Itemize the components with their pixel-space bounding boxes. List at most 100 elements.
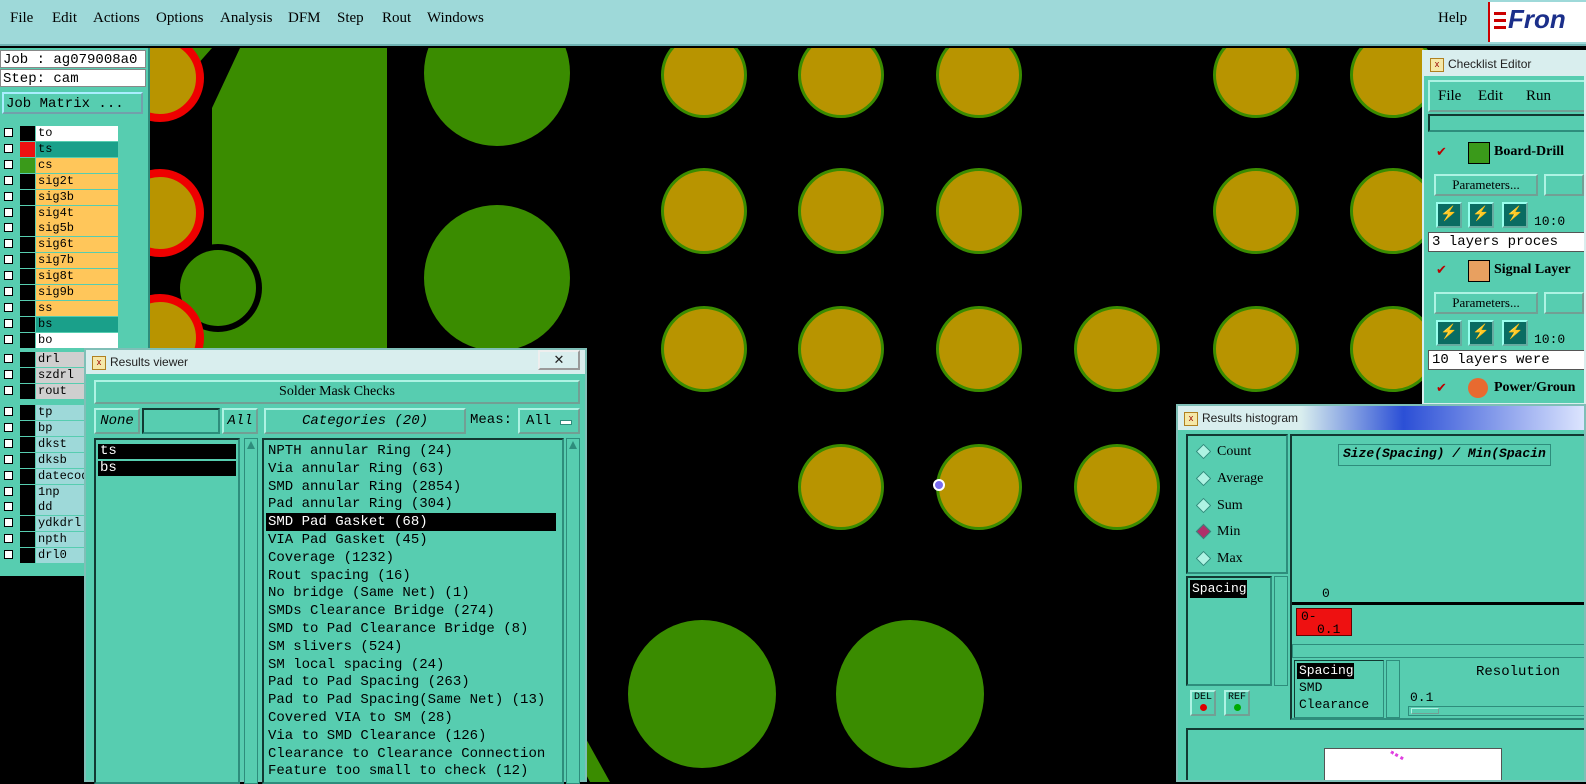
category-list[interactable]: NPTH annular Ring (24) Via annular Ring (… (262, 438, 564, 784)
checkbox-power-ground[interactable]: ✔ (1436, 380, 1447, 396)
layer-color-swatch[interactable] (20, 300, 35, 316)
categories-button[interactable]: Categories (20) (264, 408, 466, 434)
layer-color-swatch[interactable] (20, 221, 35, 237)
close-button[interactable]: ✕ (538, 350, 580, 370)
layer-checkbox[interactable] (4, 534, 13, 544)
layer-row-sig7b[interactable]: sig7b (2, 253, 118, 269)
feature-type-list[interactable]: Spacing SMD Clearance (1294, 660, 1384, 718)
category-item[interactable]: SMD Pad Gasket (68) (266, 513, 556, 532)
layer-checkbox[interactable] (4, 486, 13, 496)
menu-actions[interactable]: Actions (93, 10, 140, 27)
layer-checkbox[interactable] (4, 159, 13, 169)
layer-row-bo[interactable]: bo (2, 332, 118, 348)
parameters-button[interactable]: Parameters... (1434, 174, 1538, 196)
layer-name[interactable]: sig6t (36, 237, 118, 253)
layer-color-swatch[interactable] (20, 405, 35, 420)
ref-button[interactable]: REF (1224, 690, 1250, 716)
layer-checkbox[interactable] (4, 128, 13, 137)
radio-count[interactable]: Count (1195, 442, 1251, 462)
layer-checkbox[interactable] (4, 207, 13, 217)
layer-checkbox[interactable] (4, 175, 13, 185)
layer-name[interactable]: sig7b (36, 253, 118, 269)
scroll-up-icon[interactable] (569, 441, 577, 449)
layer-checkbox[interactable] (4, 369, 13, 379)
results-viewer-titlebar[interactable]: x Results viewer ✕ (86, 350, 585, 374)
category-item[interactable]: Rout spacing (16) (266, 567, 411, 585)
category-item[interactable]: Via annular Ring (63) (266, 460, 444, 478)
layer-row-bs[interactable]: bs (2, 316, 118, 332)
layer-name[interactable]: to (36, 126, 118, 141)
layer-checkbox[interactable] (4, 191, 13, 201)
layer-color-swatch[interactable] (20, 205, 35, 221)
layer-name[interactable]: sig5b (36, 221, 118, 237)
layer-row-sig9b[interactable]: sig9b (2, 285, 118, 300)
layer-color-swatch[interactable] (20, 516, 35, 532)
layer-checkbox[interactable] (4, 302, 13, 312)
ce-menu-edit[interactable]: Edit (1478, 88, 1503, 105)
menu-file[interactable]: File (10, 10, 33, 27)
category-item[interactable]: Coverage (1232) (266, 549, 394, 567)
layer-color-swatch[interactable] (20, 189, 35, 205)
menu-step[interactable]: Step (337, 10, 364, 27)
layer-color-swatch[interactable] (20, 383, 35, 399)
slider-thumb[interactable] (1411, 708, 1439, 714)
layer-color-swatch[interactable] (20, 468, 35, 484)
radio-min[interactable]: Min (1195, 522, 1240, 542)
layer-name[interactable]: sig2t (36, 173, 118, 189)
category-item[interactable]: Clearance to Clearance Connection (266, 745, 545, 763)
run-icon[interactable]: ⚡ (1468, 202, 1494, 228)
layer-row-sig3b[interactable]: sig3b (2, 189, 118, 205)
category-item[interactable]: SM local spacing (24) (266, 656, 444, 674)
layer-list-scrollbar[interactable] (244, 438, 258, 784)
layer-result-list[interactable]: ts bs (94, 438, 240, 784)
layer-checkbox[interactable] (4, 550, 13, 560)
category-item[interactable]: No bridge (Same Net) (1) (266, 584, 470, 602)
layer-row-ss[interactable]: ss (2, 300, 118, 316)
measure-list-scrollbar[interactable] (1274, 576, 1288, 686)
checklist-editor-titlebar[interactable]: x Checklist Editor (1424, 52, 1584, 76)
histogram-titlebar[interactable]: x Results histogram (1178, 406, 1584, 430)
checkbox-board-drill[interactable]: ✔ (1436, 144, 1447, 160)
category-item[interactable]: Feature too small to check (12) (266, 762, 528, 780)
category-item[interactable]: Via to SMD Clearance (126) (266, 727, 486, 745)
measure-list[interactable]: Spacing (1186, 576, 1272, 686)
layer-row-sig6t[interactable]: sig6t (2, 237, 118, 253)
layer-name[interactable]: sig4t (36, 205, 118, 221)
solder-mask-checks-button[interactable]: Solder Mask Checks (94, 380, 580, 404)
del-button[interactable]: DEL (1190, 690, 1216, 716)
all-button[interactable]: All (222, 408, 258, 434)
category-item[interactable]: SM slivers (524) (266, 638, 402, 656)
layer-checkbox[interactable] (4, 334, 13, 344)
run-icon[interactable]: ⚡ (1468, 320, 1494, 346)
layer-checkbox[interactable] (4, 143, 13, 153)
layer-color-swatch[interactable] (20, 237, 35, 253)
parameters-button[interactable]: Parameters... (1434, 292, 1538, 314)
extra-button[interactable] (1544, 174, 1584, 196)
layer-color-swatch[interactable] (20, 141, 35, 157)
layer-color-swatch[interactable] (20, 436, 35, 452)
layer-checkbox[interactable] (4, 255, 13, 265)
layer-row-sig5b[interactable]: sig5b (2, 221, 118, 237)
layer-color-swatch[interactable] (20, 500, 35, 516)
list-item[interactable]: Spacing (1190, 580, 1247, 598)
layer-row-sig4t[interactable]: sig4t (2, 205, 118, 221)
category-item[interactable]: Pad to Pad Spacing (263) (266, 673, 470, 691)
layer-row-sig2t[interactable]: sig2t (2, 173, 118, 189)
layer-checkbox[interactable] (4, 407, 13, 416)
menu-analysis[interactable]: Analysis (220, 10, 273, 27)
layer-name[interactable]: sig9b (36, 285, 118, 300)
layer-checkbox[interactable] (4, 502, 13, 512)
category-item[interactable]: SMD annular Ring (2854) (266, 478, 461, 496)
layer-color-swatch[interactable] (20, 285, 35, 300)
layer-checkbox[interactable] (4, 354, 13, 363)
layer-color-swatch[interactable] (20, 269, 35, 285)
category-list-scrollbar[interactable] (566, 438, 580, 784)
none-button[interactable]: None (94, 408, 140, 434)
layer-name[interactable]: cs (36, 157, 118, 173)
run-icon[interactable]: ⚡ (1502, 320, 1528, 346)
layer-color-swatch[interactable] (20, 548, 35, 564)
menu-help[interactable]: Help (1438, 10, 1467, 27)
job-matrix-button[interactable]: Job Matrix ... (2, 92, 143, 114)
layer-row-cs[interactable]: cs (2, 157, 118, 173)
histogram-bin[interactable]: 0- 0.1 (1296, 608, 1352, 636)
